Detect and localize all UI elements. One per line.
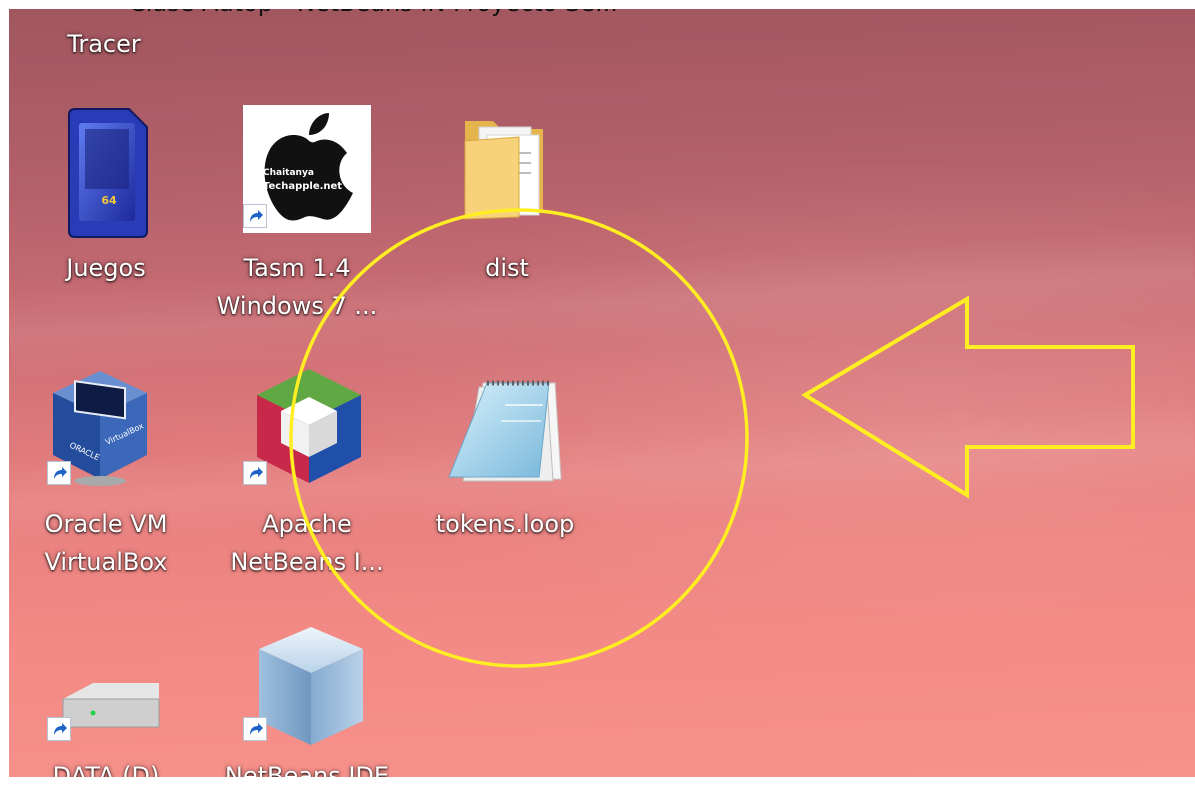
annotation-overlay xyxy=(289,208,1135,668)
left-arrow-icon xyxy=(801,295,1135,499)
desktop: Clase Autop - NetBeans IN Proyecto Se...… xyxy=(9,9,1195,777)
highlight-circle xyxy=(289,208,749,668)
